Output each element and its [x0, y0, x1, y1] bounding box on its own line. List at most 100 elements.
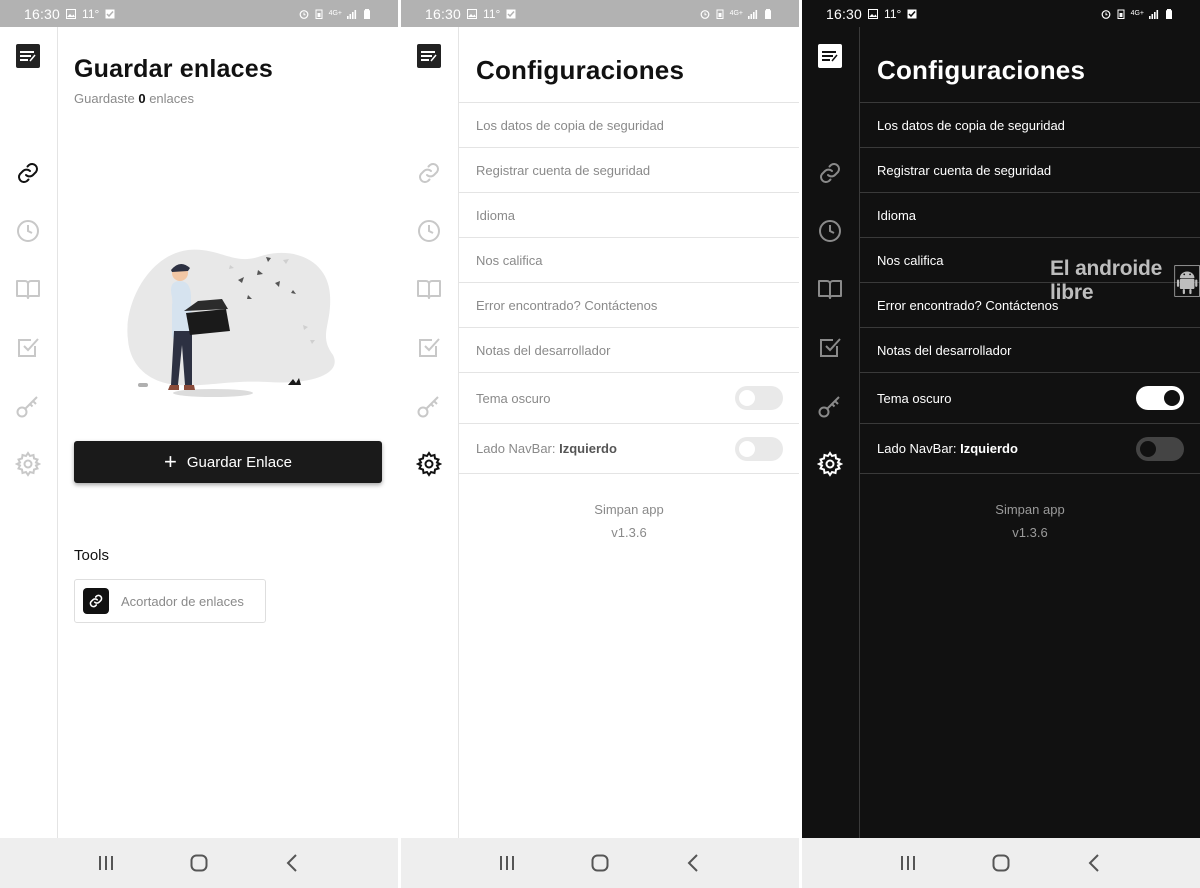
saved-links-counter: Guardaste 0 enlaces [74, 91, 194, 106]
app-name: Simpan app [594, 502, 664, 517]
app-version: v1.3.6 [1012, 525, 1048, 540]
tool-item-label: Acortador de enlaces [121, 593, 244, 609]
dark-theme-toggle[interactable] [735, 386, 783, 410]
app-name: Simpan app [995, 502, 1065, 517]
recents-icon[interactable] [893, 848, 923, 878]
save-link-label: Guardar Enlace [186, 453, 292, 471]
signal-icon [1149, 9, 1159, 19]
watermark-text: El androide libre [1050, 257, 1163, 304]
settings-item-navbar-side[interactable]: Lado NavBar: Izquierdo [860, 423, 1200, 474]
recents-icon[interactable] [91, 848, 121, 878]
phone-settings-light: 16:30 11° 4G+ Configuraciones Los datos … [401, 0, 799, 888]
side-navigation-rail [802, 27, 860, 838]
save-link-button[interactable]: + Guardar Enlace [74, 441, 382, 483]
settings-content: Configuraciones Los datos de copia de se… [860, 27, 1200, 838]
settings-item-register-account[interactable]: Registrar cuenta de seguridad [860, 147, 1200, 192]
page-title: Configuraciones [877, 55, 1086, 85]
counter-value: 0 [138, 91, 146, 106]
network-type: 4G+ [729, 10, 743, 17]
system-navigation-bar [802, 838, 1200, 888]
image-notification-icon [66, 8, 77, 19]
counter-prefix: Guardaste [74, 91, 135, 106]
link-icon[interactable] [817, 160, 843, 186]
recents-icon[interactable] [492, 848, 522, 878]
alarm-icon [1101, 9, 1110, 19]
settings-item-backup[interactable]: Los datos de copia de seguridad [459, 102, 799, 147]
clock-icon[interactable] [416, 218, 442, 244]
status-temperature: 11° [82, 6, 100, 21]
link-shortener-tool[interactable]: Acortador de enlaces [74, 579, 266, 623]
navbar-side-label: Lado NavBar: [476, 441, 556, 456]
home-icon[interactable] [585, 848, 615, 878]
battery-icon [364, 8, 370, 19]
status-bar: 16:30 11° 4G+ [401, 0, 799, 27]
notes-logo-icon[interactable] [416, 43, 442, 69]
battery-saver-icon [716, 9, 724, 19]
settings-item-dev-notes[interactable]: Notas del desarrollador [860, 327, 1200, 372]
phone-home-screen: 16:30 11° 4G+ Guardar enlaces Guardaste … [0, 0, 398, 888]
battery-icon [1166, 8, 1172, 19]
navbar-side-toggle[interactable] [1136, 436, 1184, 461]
settings-item-dark-theme[interactable]: Tema oscuro [459, 372, 799, 423]
phone-settings-dark: 16:30 11° 4G+ Configuraciones Los datos … [802, 0, 1200, 888]
status-bar: 16:30 11° 4G+ [0, 0, 398, 27]
checkbox-icon[interactable] [416, 334, 442, 360]
gear-icon[interactable] [15, 451, 41, 477]
battery-saver-icon [1117, 9, 1125, 19]
toggle-knob [1140, 440, 1156, 457]
side-navigation-rail [401, 27, 459, 838]
settings-item-language[interactable]: Idioma [860, 192, 1200, 237]
check-notification-icon [506, 9, 516, 18]
network-type: 4G+ [328, 10, 342, 17]
link-icon[interactable] [15, 160, 41, 186]
navbar-side-toggle[interactable] [735, 436, 783, 461]
settings-item-dark-theme[interactable]: Tema oscuro [860, 372, 1200, 423]
book-icon[interactable] [416, 276, 442, 302]
dark-theme-label: Tema oscuro [877, 390, 952, 406]
gear-icon[interactable] [416, 451, 442, 477]
check-notification-icon [907, 9, 917, 18]
back-icon[interactable] [1079, 848, 1109, 878]
settings-item-register-account[interactable]: Registrar cuenta de seguridad [459, 147, 799, 192]
home-icon[interactable] [184, 848, 214, 878]
status-temperature: 11° [483, 6, 501, 21]
image-notification-icon [868, 8, 879, 19]
system-navigation-bar [0, 838, 398, 888]
checkbox-icon[interactable] [817, 334, 843, 360]
key-icon[interactable] [817, 393, 843, 419]
settings-item-backup[interactable]: Los datos de copia de seguridad [860, 102, 1200, 147]
gear-icon[interactable] [817, 451, 843, 477]
notes-logo-icon[interactable] [817, 43, 843, 69]
book-icon[interactable] [817, 276, 843, 302]
link-icon[interactable] [416, 160, 442, 186]
home-icon[interactable] [986, 848, 1016, 878]
battery-icon [765, 8, 771, 19]
clock-icon[interactable] [817, 218, 843, 244]
home-content: Guardar enlaces Guardaste 0 enlaces + Gu… [58, 27, 398, 838]
alarm-icon [700, 9, 709, 19]
app-version: v1.3.6 [611, 525, 647, 540]
settings-item-navbar-side[interactable]: Lado NavBar: Izquierdo [459, 423, 799, 474]
key-icon[interactable] [15, 393, 41, 419]
network-type: 4G+ [1130, 10, 1144, 17]
settings-list: Los datos de copia de seguridad Registra… [459, 102, 799, 474]
settings-item-dev-notes[interactable]: Notas del desarrollador [459, 327, 799, 372]
clock-icon[interactable] [15, 218, 41, 244]
status-time: 16:30 [425, 5, 462, 22]
alarm-icon [299, 9, 308, 19]
book-icon[interactable] [15, 276, 41, 302]
settings-item-contact[interactable]: Error encontrado? Contáctenos [459, 282, 799, 327]
signal-icon [748, 9, 758, 19]
settings-item-rate-us[interactable]: Nos califica [459, 237, 799, 282]
dark-theme-toggle[interactable] [1136, 386, 1184, 410]
empty-box-illustration [127, 249, 335, 397]
back-icon[interactable] [678, 848, 708, 878]
notes-logo-icon[interactable] [15, 43, 41, 69]
status-bar: 16:30 11° 4G+ [802, 0, 1200, 27]
back-icon[interactable] [277, 848, 307, 878]
image-notification-icon [467, 8, 478, 19]
settings-item-language[interactable]: Idioma [459, 192, 799, 237]
checkbox-icon[interactable] [15, 334, 41, 360]
key-icon[interactable] [416, 393, 442, 419]
settings-content: Configuraciones Los datos de copia de se… [459, 27, 799, 838]
